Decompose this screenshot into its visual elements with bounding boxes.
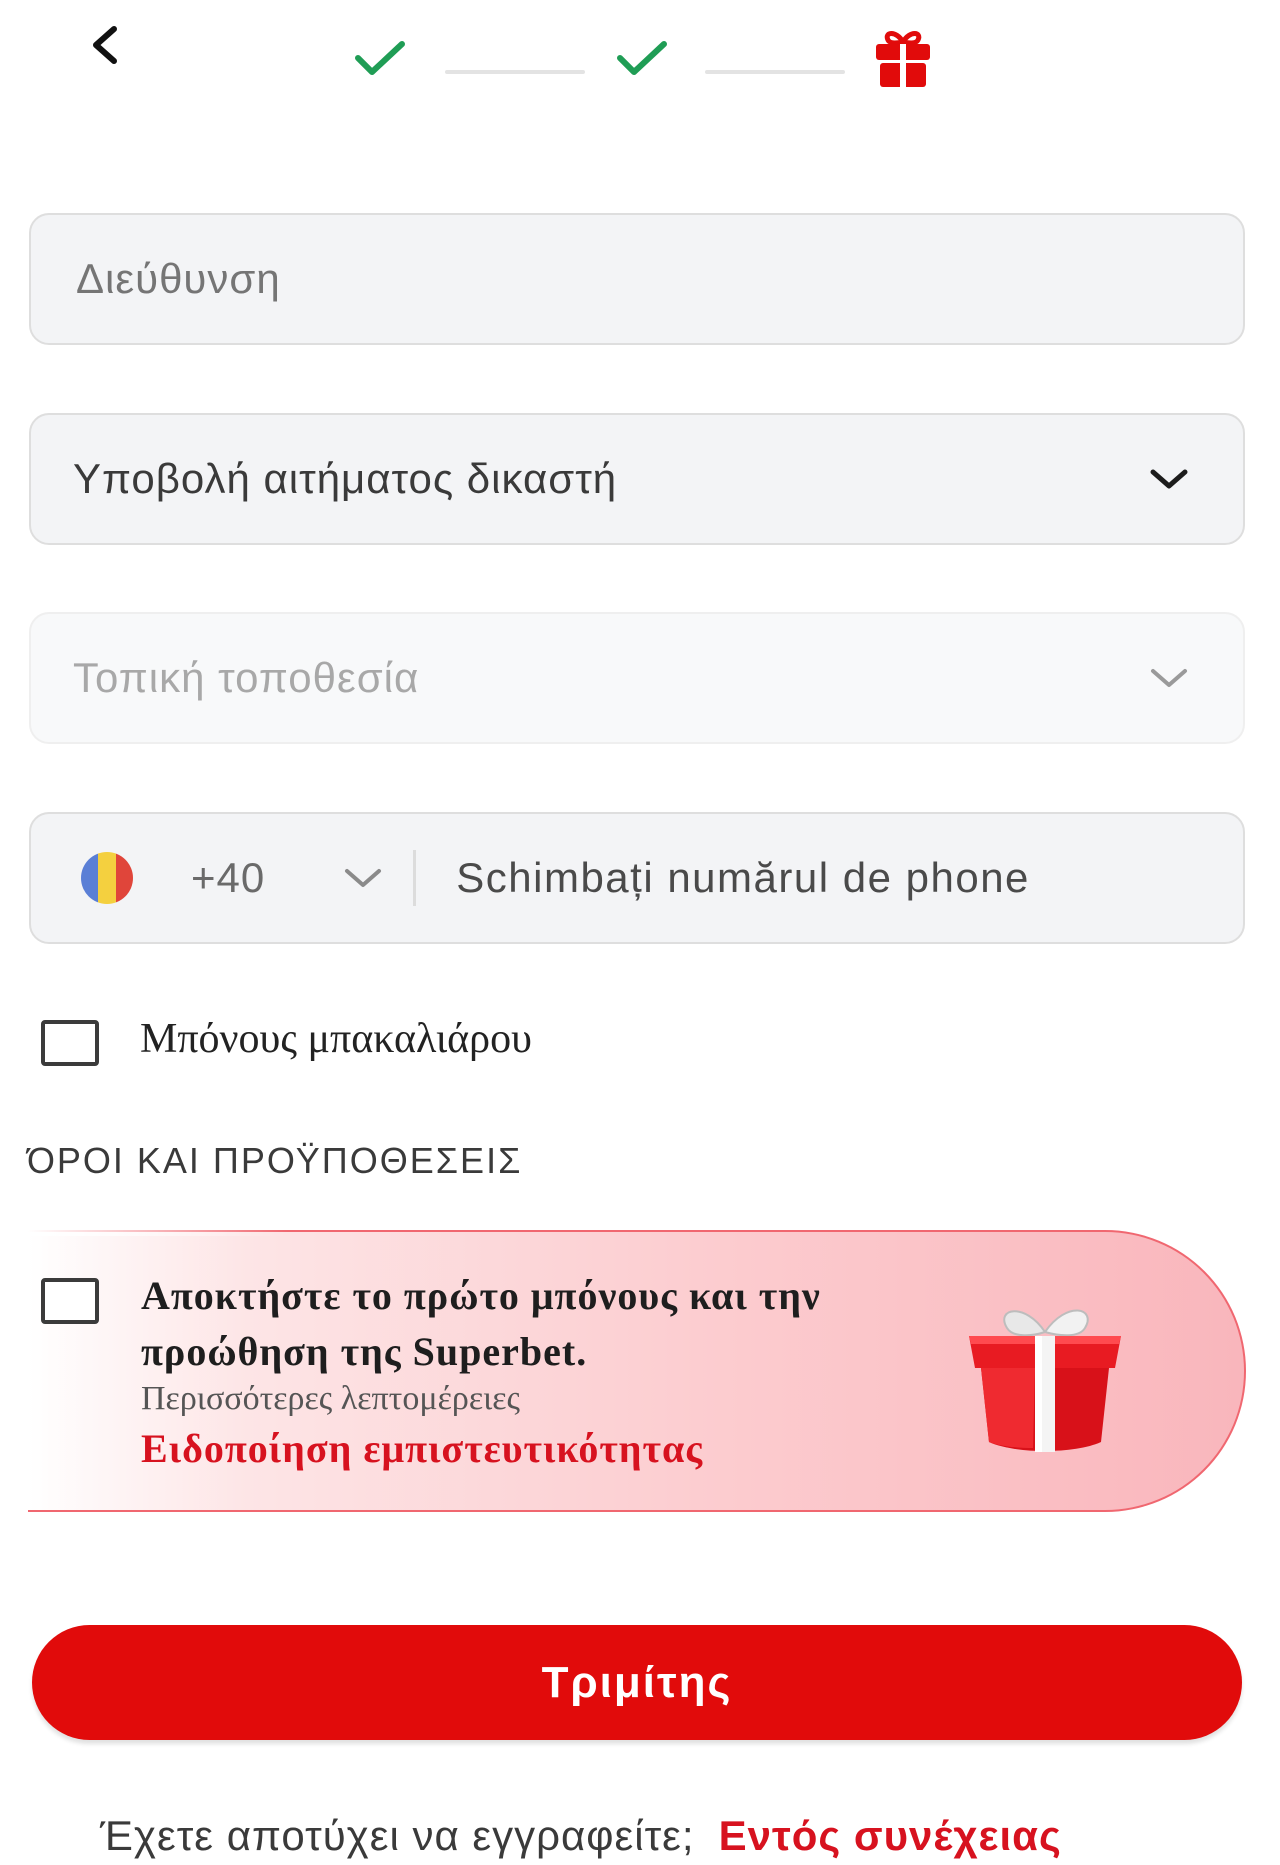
judge-request-label: Υποβολή αιτήματος δικαστή	[73, 455, 618, 502]
bachelor-bonus-checkbox[interactable]	[41, 1020, 99, 1066]
back-button[interactable]	[78, 18, 132, 72]
gift-icon	[876, 31, 930, 87]
country-code[interactable]: +40	[191, 854, 265, 902]
promo-consent-checkbox[interactable]	[41, 1278, 99, 1324]
location-select[interactable]: Τοπική τοποθεσία	[29, 612, 1245, 744]
promo-fade	[28, 1228, 288, 1236]
phone-field[interactable]: +40 Schimbați numărul de phone	[29, 812, 1245, 944]
location-label: Τοπική τοποθεσία	[73, 654, 420, 701]
check-icon	[355, 41, 405, 75]
judge-request-select[interactable]: Υποβολή αιτήματος δικαστή	[29, 413, 1245, 545]
chevron-left-icon	[93, 26, 117, 64]
submit-button[interactable]: Τριμίτης	[32, 1625, 1242, 1740]
privacy-notice-link[interactable]: Ειδοποίηση εμπιστευτικότητας	[141, 1425, 703, 1472]
phone-input[interactable]: Schimbați numărul de phone	[456, 854, 1030, 902]
bachelor-bonus-label: Μπόνους μπακαλιάρου	[140, 1016, 532, 1062]
terms-heading: ΌΡΟΙ ΚΑΙ ΠΡΟΫΠΟΘΕΣΕΙΣ	[27, 1140, 523, 1181]
footer-continue-link[interactable]: Εντός συνέχειας	[719, 1812, 1062, 1859]
chevron-down-icon[interactable]	[341, 863, 385, 893]
address-field[interactable]	[29, 213, 1245, 345]
divider	[413, 850, 417, 906]
footer: Έχετε αποτύχει να εγγραφείτε; Εντός συνέχ…	[100, 1812, 1260, 1860]
promo-details-link[interactable]: Περισσότερες λεπτομέρειες	[141, 1380, 520, 1418]
gift-box-icon	[969, 1309, 1121, 1452]
promo-title: Αποκτήστε το πρώτο μπόνους και την προώθ…	[141, 1273, 821, 1374]
romania-flag-icon	[81, 852, 133, 904]
chevron-down-icon	[1151, 669, 1187, 687]
check-icon	[617, 41, 667, 75]
step-connector	[705, 70, 845, 74]
step-connector	[445, 70, 585, 74]
progress-stepper	[350, 18, 950, 88]
footer-question: Έχετε αποτύχει να εγγραφείτε;	[100, 1812, 695, 1859]
chevron-down-icon	[1150, 469, 1188, 489]
address-input[interactable]	[76, 255, 1243, 303]
